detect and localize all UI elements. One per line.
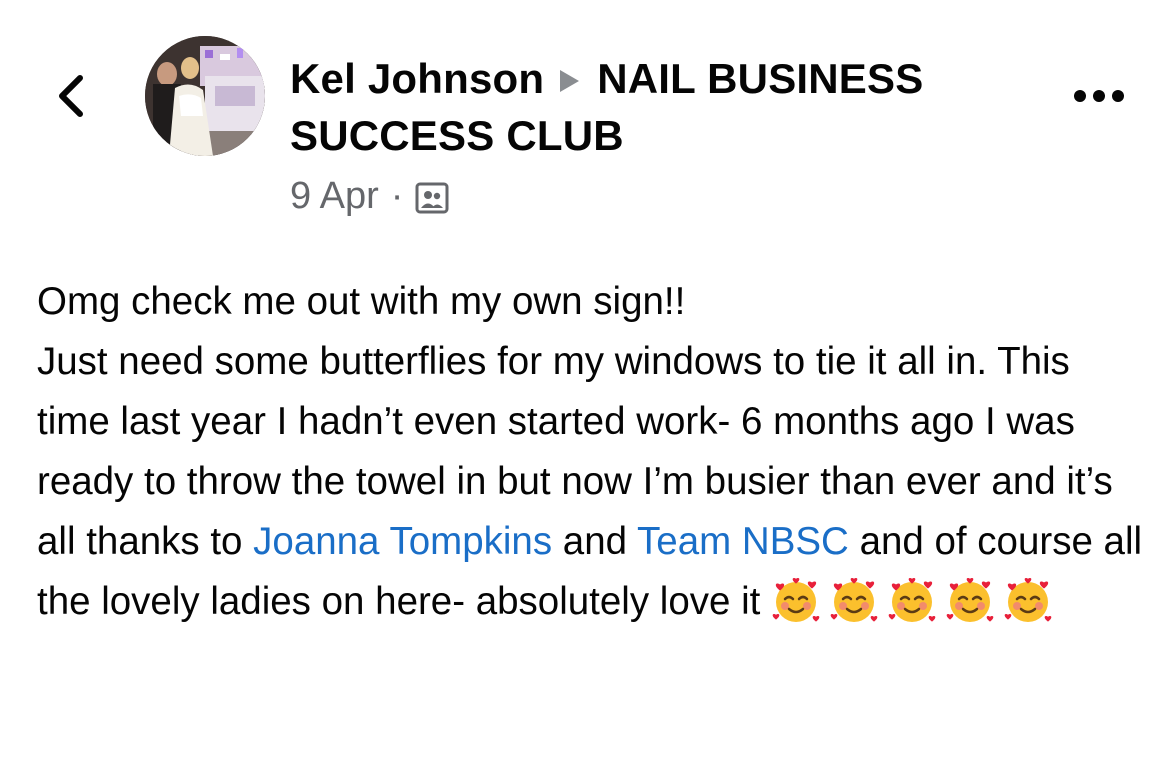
group-audience-icon	[415, 179, 449, 214]
back-button[interactable]	[50, 72, 90, 120]
meta-separator: ·	[390, 175, 404, 217]
post-date[interactable]: 9 Apr	[290, 172, 379, 220]
chevron-left-icon	[59, 75, 83, 117]
smiling-face-with-hearts-emoji	[1005, 578, 1052, 622]
post-body: Omg check me out with my own sign!! Just…	[37, 272, 1147, 632]
avatar-photo	[145, 36, 265, 156]
post-text-part-b: and	[562, 520, 628, 563]
smiling-face-with-hearts-emoji	[831, 578, 878, 622]
post-header: Kel Johnson NAIL BUSINESS SUCCESS CLUB	[290, 50, 1010, 164]
mention-link-joanna[interactable]: Joanna Tompkins	[253, 520, 552, 563]
more-options-button[interactable]	[1070, 84, 1130, 108]
smiling-face-with-hearts-emoji	[947, 578, 994, 622]
post-meta: 9 Apr ·	[290, 172, 449, 220]
post-text-paragraph: Just need some butterflies for my window…	[37, 332, 1147, 632]
mention-link-team[interactable]: Team NBSC	[637, 520, 849, 563]
post-text-line-1: Omg check me out with my own sign!!	[37, 280, 686, 323]
emoji-row	[760, 578, 1054, 623]
post-title-line: Kel Johnson NAIL BUSINESS SUCCESS CLUB	[290, 50, 1010, 164]
author-avatar[interactable]	[145, 36, 265, 156]
smiling-face-with-hearts-emoji	[889, 578, 936, 622]
more-horizontal-icon	[1074, 90, 1124, 102]
triangle-right-icon	[560, 69, 580, 92]
smiling-face-with-hearts-emoji	[773, 578, 820, 622]
author-name-link[interactable]: Kel Johnson	[290, 55, 544, 102]
